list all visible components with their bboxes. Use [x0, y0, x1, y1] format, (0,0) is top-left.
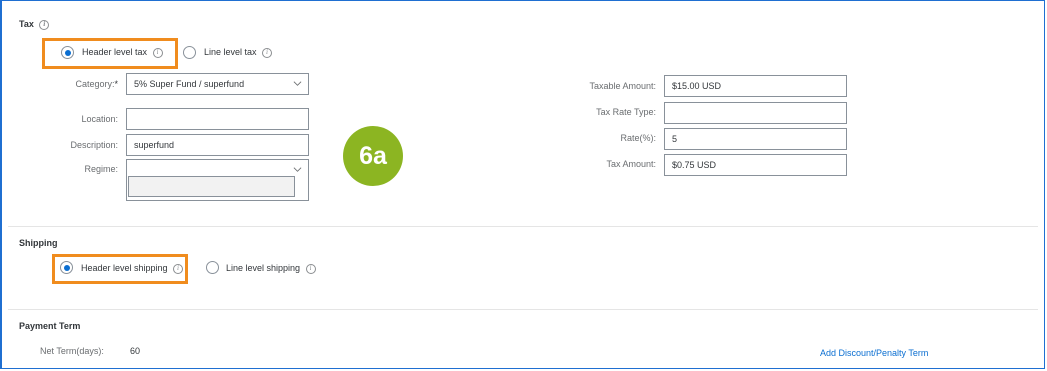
description-label: Description: [70, 140, 118, 150]
line-level-shipping-radio[interactable] [206, 261, 219, 274]
taxable-amount-input[interactable]: $15.00 USD [664, 75, 847, 97]
tax-section-title: Tax i [19, 19, 50, 30]
net-term-label: Net Term(days): [40, 346, 104, 356]
line-level-tax-option[interactable]: Line level tax i [204, 47, 273, 58]
header-level-tax-radio[interactable] [61, 46, 74, 59]
info-icon[interactable]: i [173, 263, 184, 274]
chevron-down-icon [293, 167, 302, 172]
description-input[interactable]: superfund [126, 134, 309, 156]
section-divider [8, 309, 1038, 310]
header-level-tax-label: Header level tax [82, 47, 148, 57]
regime-label: Regime: [84, 164, 118, 174]
header-level-tax-option[interactable]: Header level tax i [82, 47, 163, 58]
section-divider [8, 226, 1038, 227]
net-term-value: 60 [130, 346, 141, 356]
tax-title-text: Tax [19, 19, 34, 29]
category-label-text: Category: [75, 79, 115, 89]
line-level-shipping-option[interactable]: Line level shipping i [226, 263, 316, 274]
location-label: Location: [81, 114, 118, 124]
info-icon[interactable]: i [152, 47, 163, 58]
line-level-tax-label: Line level tax [204, 47, 257, 57]
info-icon[interactable]: i [262, 47, 273, 58]
category-label: Category:* [75, 79, 118, 89]
taxable-amount-label: Taxable Amount: [589, 81, 656, 91]
step-badge: 6a [343, 126, 403, 186]
header-level-shipping-radio[interactable] [60, 261, 73, 274]
tax-rate-type-input[interactable] [664, 102, 847, 124]
shipping-section-title: Shipping [19, 238, 58, 248]
chevron-down-icon [293, 81, 302, 86]
header-level-shipping-label: Header level shipping [81, 263, 168, 273]
header-level-shipping-option[interactable]: Header level shipping i [81, 263, 184, 274]
location-input[interactable] [126, 108, 309, 130]
line-level-tax-radio[interactable] [183, 46, 196, 59]
tax-amount-label: Tax Amount: [606, 159, 656, 169]
info-icon[interactable]: i [39, 19, 50, 30]
payment-term-section-title: Payment Term [19, 321, 81, 331]
category-select[interactable]: 5% Super Fund / superfund [126, 73, 309, 95]
category-select-value: 5% Super Fund / superfund [134, 79, 245, 89]
rate-label: Rate(%): [620, 133, 656, 143]
regime-inner-box [128, 176, 295, 197]
line-level-shipping-label: Line level shipping [226, 263, 301, 273]
add-discount-penalty-term-link[interactable]: Add Discount/Penalty Term [820, 348, 928, 358]
tax-amount-input[interactable]: $0.75 USD [664, 154, 847, 176]
rate-input[interactable]: 5 [664, 128, 847, 150]
info-icon[interactable]: i [305, 263, 316, 274]
tax-rate-type-label: Tax Rate Type: [596, 107, 656, 117]
